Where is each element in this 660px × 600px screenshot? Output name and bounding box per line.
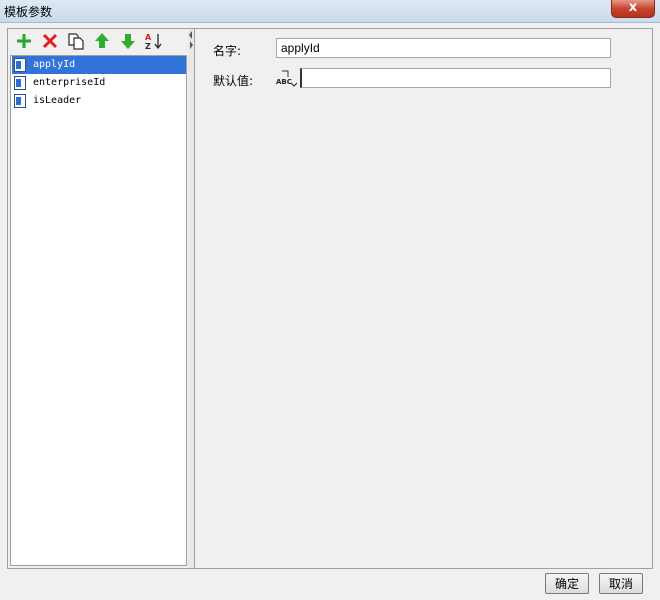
tree-item[interactable]: isLeader — [12, 92, 186, 110]
add-parameter-button[interactable] — [14, 31, 34, 51]
move-up-icon — [95, 33, 109, 48]
copy-parameter-button[interactable] — [66, 31, 86, 51]
expand-right-icon[interactable] — [188, 41, 194, 49]
cancel-button[interactable]: 取消 — [599, 573, 643, 594]
delete-icon — [42, 33, 58, 49]
collapse-left-icon[interactable] — [188, 31, 194, 39]
add-icon — [17, 34, 31, 48]
parameter-list-pane: A Z applyId enterpriseId isLeader — [8, 29, 189, 568]
sort-button[interactable]: A Z — [144, 31, 164, 51]
title-bar: 模板参数 x — [0, 0, 660, 23]
tree-item[interactable]: enterpriseId — [12, 74, 186, 92]
copy-icon — [68, 33, 84, 50]
name-input[interactable] — [276, 38, 611, 58]
move-up-button[interactable] — [92, 31, 112, 51]
abc-text-type-icon: ABC — [276, 70, 298, 87]
parameter-icon — [14, 58, 26, 72]
sort-icon: A Z — [145, 33, 162, 51]
svg-text:ABC: ABC — [276, 78, 292, 86]
svg-text:Z: Z — [145, 42, 151, 51]
move-down-icon — [121, 34, 135, 49]
parameter-tree: applyId enterpriseId isLeader — [10, 55, 187, 566]
svg-text:A: A — [145, 33, 152, 42]
dialog-body: A Z applyId enterpriseId isLeader 名字: ap… — [7, 28, 653, 569]
delete-parameter-button[interactable] — [40, 31, 60, 51]
parameter-detail-pane: 名字: 默认值: ABC — [195, 29, 652, 568]
move-down-button[interactable] — [118, 31, 138, 51]
default-value-input[interactable] — [300, 68, 611, 88]
tree-item[interactable]: applyId — [12, 56, 186, 74]
value-type-selector[interactable]: ABC — [276, 69, 298, 89]
default-value-label: 默认值: — [213, 74, 254, 88]
parameter-icon — [14, 76, 26, 90]
name-label: 名字: — [213, 44, 242, 58]
parameter-icon — [14, 94, 26, 108]
parameter-toolbar: A Z — [12, 31, 182, 53]
ok-button[interactable]: 确定 — [545, 573, 589, 594]
close-button[interactable]: x — [611, 0, 655, 18]
window-title: 模板参数 — [4, 5, 53, 19]
close-icon: x — [628, 0, 638, 15]
pane-splitter[interactable] — [188, 29, 195, 568]
